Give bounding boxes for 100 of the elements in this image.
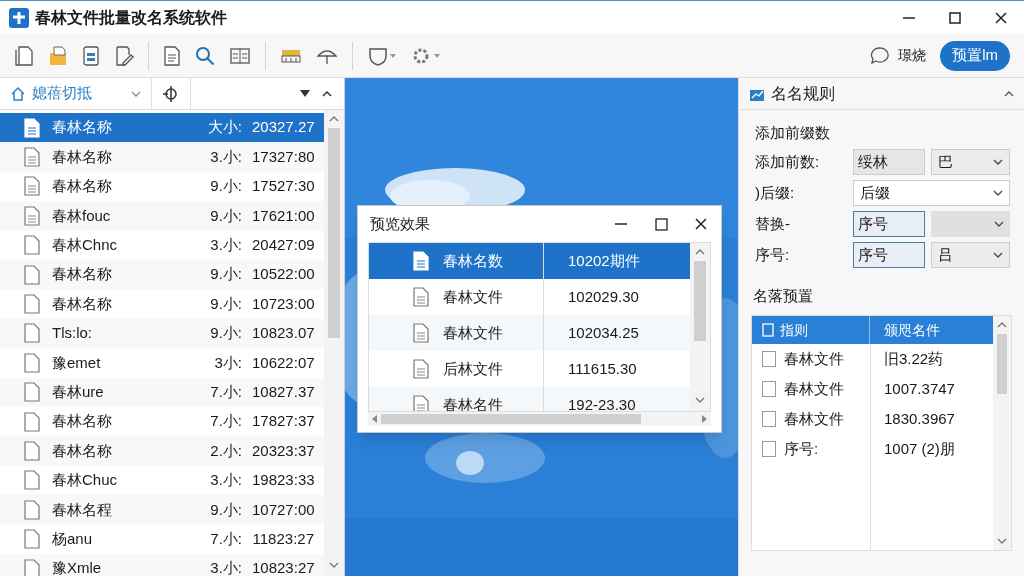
dropdown[interactable]: 后缀 <box>853 180 1010 206</box>
field-label: )后缀: <box>755 182 796 203</box>
table-cell-text: 1007.3747 <box>883 378 955 399</box>
shield-dropdown-icon[interactable] <box>367 45 397 66</box>
caret-icon <box>993 190 1003 196</box>
file-icon <box>24 117 40 138</box>
file-icon <box>24 558 40 576</box>
caret-icon <box>131 90 141 97</box>
file-icon <box>24 529 40 550</box>
table-cell-text: 旧3.22药 <box>883 348 944 369</box>
scroll-down-icon[interactable] <box>329 562 339 568</box>
scroll-thumb[interactable] <box>694 261 706 341</box>
search-icon[interactable] <box>195 45 215 66</box>
columns-icon[interactable] <box>229 45 251 66</box>
scrollbar[interactable] <box>690 243 710 411</box>
home-icon <box>10 85 26 102</box>
file-icon <box>24 323 40 344</box>
field-label: 序号: <box>755 244 791 265</box>
file-row[interactable]: 春林ure 7.小: 10827.37 <box>0 377 324 407</box>
section-heading: 添加前缀数 <box>755 123 831 143</box>
horizontal-scrollbar[interactable] <box>368 412 711 426</box>
scroll-thumb[interactable] <box>328 128 340 338</box>
crosshair-icon[interactable] <box>162 84 180 103</box>
column-header[interactable]: 颁咫名件 <box>870 316 993 344</box>
file-icon <box>24 382 40 403</box>
app-logo-icon <box>9 7 29 28</box>
file-icon <box>413 287 429 307</box>
edit-file-icon[interactable] <box>114 44 134 67</box>
maximize-icon <box>949 11 961 24</box>
scroll-left-icon[interactable] <box>372 415 377 423</box>
scrollbar[interactable] <box>993 316 1011 550</box>
scroll-up-icon[interactable] <box>695 249 705 255</box>
file-icon <box>24 294 40 315</box>
file-icon <box>24 205 40 226</box>
table-cell-text: 1007 (2)朋 <box>883 438 955 459</box>
section-heading: 名落预置 <box>753 285 814 306</box>
file-icon <box>24 235 40 256</box>
file-icon <box>24 352 40 373</box>
scroll-right-icon[interactable] <box>702 415 707 423</box>
column-header[interactable]: 指则 <box>780 319 808 341</box>
scroll-up-icon[interactable] <box>329 116 339 122</box>
text-file-icon[interactable] <box>163 44 181 67</box>
checkbox[interactable] <box>762 381 776 397</box>
file-icon <box>24 147 40 168</box>
new-file-icon[interactable] <box>14 44 34 67</box>
feedback-label[interactable]: 璟烧 <box>898 45 927 66</box>
checkbox[interactable] <box>762 411 776 427</box>
table-cell-text: 春林文件 <box>784 378 844 399</box>
dropdown[interactable]: 吕 <box>931 242 1010 268</box>
collapse-icon[interactable] <box>322 90 332 97</box>
preview-row[interactable]: 春林文件 102034.25 <box>369 315 690 351</box>
file-icon <box>24 499 40 520</box>
panel-title: 名名规则 <box>771 83 835 104</box>
table-cell-text: 1830.3967 <box>883 408 955 429</box>
file-icon <box>413 251 429 271</box>
file-row[interactable]: 春林名称 大小: 20327.27 <box>0 113 324 143</box>
maximize-icon <box>654 217 668 231</box>
table-cell-text: 春林文件 <box>784 348 844 369</box>
input-field[interactable]: 序号 <box>853 211 925 237</box>
dropdown[interactable]: 巴 <box>931 149 1010 175</box>
file-row[interactable]: 春林名称 2.小: 20323:37 <box>0 436 324 466</box>
file-row[interactable]: 春林fouc 9.小: 17621:00 <box>0 201 324 231</box>
file-row[interactable]: 豫Xmle 3.小: 10823:27 <box>0 553 324 576</box>
dialog-title: 预览效果 <box>370 213 430 234</box>
scroll-thumb[interactable] <box>997 334 1007 394</box>
caret-icon <box>993 252 1003 258</box>
close-icon <box>695 218 707 230</box>
field-label: 替换- <box>755 213 791 234</box>
view-selector[interactable]: 媳蓓切抵 <box>0 77 152 110</box>
file-icon <box>24 441 40 461</box>
file-icon <box>24 470 40 491</box>
checkbox[interactable] <box>762 351 776 367</box>
input-field[interactable]: 绥林 <box>853 149 925 175</box>
table-cell-text: 春林文件 <box>784 408 844 429</box>
scroll-up-icon[interactable] <box>997 322 1007 328</box>
caret-icon <box>300 90 310 97</box>
chat-icon[interactable] <box>870 45 891 66</box>
preset-button[interactable]: 预置lm <box>940 40 1010 71</box>
file-row[interactable]: 春林名程 9.小: 10727:00 <box>0 495 324 525</box>
preview-row[interactable]: 春林名数 10202期件 <box>369 243 690 279</box>
input-field[interactable]: 序号 <box>853 242 925 268</box>
file-icon <box>413 395 429 411</box>
file-row[interactable]: Tls:lo: 9.小: 10823.07 <box>0 318 324 349</box>
folder-icon[interactable] <box>48 44 68 67</box>
checkbox[interactable] <box>762 441 776 457</box>
table-cell-text: 序号: <box>784 438 819 459</box>
scroll-down-icon[interactable] <box>695 397 705 403</box>
file-icon <box>24 411 40 432</box>
caret-icon <box>993 159 1003 165</box>
window-title: 春林文件批量改名系统软件 <box>35 7 227 28</box>
preview-row[interactable]: 春林名件 192-23.30 <box>369 387 690 411</box>
file-icon <box>24 264 40 285</box>
document-icon[interactable] <box>82 44 100 67</box>
file-icon <box>413 323 429 343</box>
scrollbar[interactable] <box>324 110 344 576</box>
file-row[interactable]: 春林名称 3.小: 17327:80 <box>0 142 324 172</box>
file-row[interactable]: 春林名称 9.小: 10522:00 <box>0 259 324 290</box>
scroll-thumb[interactable] <box>381 414 641 424</box>
scroll-down-icon[interactable] <box>997 538 1007 544</box>
collapse-icon[interactable] <box>1004 90 1014 97</box>
